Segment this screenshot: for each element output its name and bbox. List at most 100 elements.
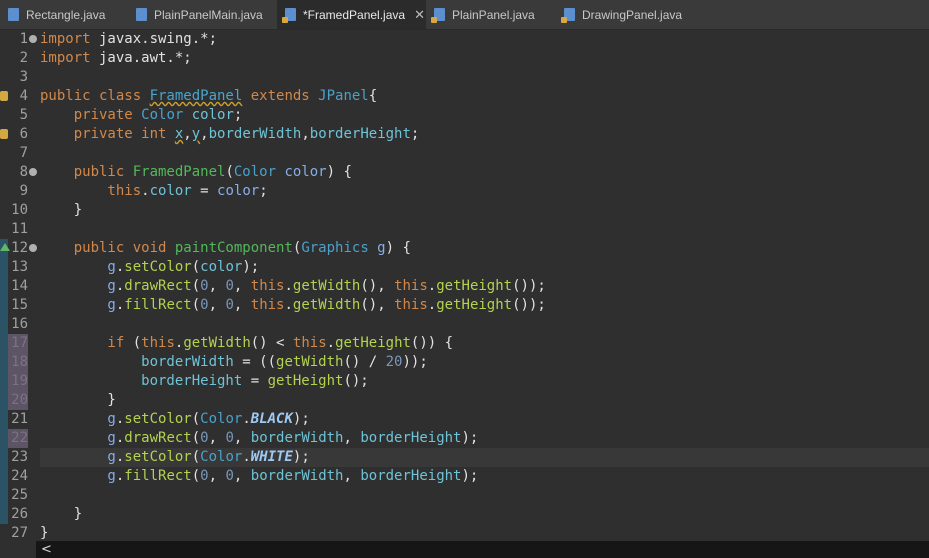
code-token: . [242, 411, 251, 427]
code-token: , [233, 297, 251, 313]
fold-toggle-icon[interactable] [29, 244, 37, 252]
code-line[interactable]: 20 } [0, 391, 929, 410]
code-line[interactable]: 17 if (this.getWidth() < this.getHeight(… [0, 334, 929, 353]
line-number: 19 [8, 372, 28, 391]
code-text[interactable]: borderWidth = ((getWidth() / 20)); [40, 353, 929, 372]
code-token: borderHeight [360, 468, 462, 484]
code-text[interactable]: import javax.swing.*; [40, 30, 929, 49]
code-text[interactable]: } [40, 201, 929, 220]
line-number: 1 [19, 31, 28, 47]
code-text[interactable]: } [40, 391, 929, 410]
line-number: 11 [11, 221, 28, 237]
code-line[interactable]: 6 private int x,y,borderWidth,borderHeig… [0, 125, 929, 144]
code-line[interactable]: 23 g.setColor(Color.WHITE); [0, 448, 929, 467]
code-token: paintComponent [174, 240, 293, 256]
code-text[interactable] [40, 144, 929, 163]
code-line[interactable]: 7 [0, 144, 929, 163]
code-line[interactable]: 26 } [0, 505, 929, 524]
close-icon[interactable]: ✕ [414, 7, 425, 23]
code-text[interactable]: private int x,y,borderWidth,borderHeight… [40, 125, 929, 144]
code-text[interactable]: if (this.getWidth() < this.getHeight()) … [40, 334, 929, 353]
code-line[interactable]: 19 borderHeight = getHeight(); [0, 372, 929, 391]
code-token: borderHeight [40, 373, 243, 389]
code-text[interactable]: g.fillRect(0, 0, this.getWidth(), this.g… [40, 296, 929, 315]
code-token: extends [242, 88, 319, 104]
code-token: color [191, 107, 234, 123]
code-token: , [183, 126, 192, 142]
fold-toggle-icon[interactable] [29, 168, 37, 176]
code-line[interactable]: 12 public void paintComponent(Graphics g… [0, 239, 929, 258]
line-number: 9 [19, 183, 28, 199]
code-line[interactable]: 3 [0, 68, 929, 87]
code-editor[interactable]: 1 import javax.swing.*; 2 import java.awt.*… [0, 30, 929, 541]
code-text[interactable]: g.setColor(Color.WHITE); [40, 448, 929, 467]
code-token: 20 [385, 354, 403, 370]
tab-rectanglejava[interactable]: Rectangle.java [0, 0, 128, 29]
warning-icon[interactable] [0, 91, 8, 101]
code-text[interactable]: g.drawRect(0, 0, this.getWidth(), this.g… [40, 277, 929, 296]
tab-plainpaneljava[interactable]: PlainPanel.java [426, 0, 556, 29]
tab-framedpaneljava[interactable]: *FramedPanel.java ✕ [277, 0, 426, 29]
code-text[interactable] [40, 68, 929, 87]
code-token: import [40, 50, 91, 66]
code-line[interactable]: 9 this.color = color; [0, 182, 929, 201]
code-text[interactable]: private Color color; [40, 106, 929, 125]
code-line[interactable]: 22 g.drawRect(0, 0, borderWidth, borderH… [0, 429, 929, 448]
code-token: 0 [225, 278, 234, 294]
code-token: g [40, 449, 116, 465]
code-line[interactable]: 4 public class FramedPanel extends JPanel… [0, 87, 929, 106]
code-line[interactable]: 15 g.fillRect(0, 0, this.getWidth(), thi… [0, 296, 929, 315]
code-token: private int [40, 126, 175, 142]
code-line[interactable]: 16 [0, 315, 929, 334]
warning-icon[interactable] [0, 129, 8, 139]
code-line[interactable]: 14 g.drawRect(0, 0, this.getWidth(), thi… [0, 277, 929, 296]
code-token: () / [343, 354, 386, 370]
code-token: borderHeight [360, 430, 462, 446]
code-line[interactable]: 2 import java.awt.*; [0, 49, 929, 68]
code-text[interactable] [40, 315, 929, 334]
code-text[interactable]: g.drawRect(0, 0, borderWidth, borderHeig… [40, 429, 929, 448]
code-line[interactable]: 21 g.setColor(Color.BLACK); [0, 410, 929, 429]
code-text[interactable] [40, 486, 929, 505]
code-text[interactable]: g.setColor(Color.BLACK); [40, 410, 929, 429]
code-text[interactable]: g.fillRect(0, 0, borderWidth, borderHeig… [40, 467, 929, 486]
scroll-left-arrow-icon[interactable]: < [41, 541, 52, 558]
code-token: ()) { [410, 335, 454, 351]
code-line[interactable]: 8 public FramedPanel(Color color) { [0, 163, 929, 182]
code-token: ( [191, 297, 201, 313]
tab-drawingpaneljava[interactable]: DrawingPanel.java [556, 0, 696, 29]
tab-plainpanelmainjava[interactable]: PlainPanelMain.java [128, 0, 277, 29]
code-token: WHITE [250, 449, 293, 465]
horizontal-scrollbar[interactable]: < [36, 541, 929, 558]
line-number: 18 [8, 353, 28, 372]
tab-label: Rectangle.java [26, 7, 106, 22]
code-token: , [208, 297, 226, 313]
code-text[interactable]: import java.awt.*; [40, 49, 929, 68]
code-text[interactable] [40, 220, 929, 239]
code-text[interactable]: borderHeight = getHeight(); [40, 372, 929, 391]
code-text[interactable]: g.setColor(color); [40, 258, 929, 277]
code-line[interactable]: 11 [0, 220, 929, 239]
code-token: 0 [200, 468, 209, 484]
code-text[interactable]: public FramedPanel(Color color) { [40, 163, 929, 182]
code-text[interactable]: public void paintComponent(Graphics g) { [40, 239, 929, 258]
code-token: getWidth [183, 335, 251, 351]
code-text[interactable]: public class FramedPanel extends JPanel{ [40, 87, 929, 106]
code-text[interactable]: } [40, 505, 929, 524]
fold-toggle-icon[interactable] [29, 35, 37, 43]
code-line[interactable]: 24 g.fillRect(0, 0, borderWidth, borderH… [0, 467, 929, 486]
code-token: Color [233, 164, 285, 180]
code-line[interactable]: 13 g.setColor(color); [0, 258, 929, 277]
code-token: ) { [385, 240, 411, 256]
code-token: . [427, 278, 437, 294]
code-text[interactable]: this.color = color; [40, 182, 929, 201]
code-token: 0 [225, 430, 234, 446]
code-line[interactable]: 5 private Color color; [0, 106, 929, 125]
code-line[interactable]: 18 borderWidth = ((getWidth() / 20)); [0, 353, 929, 372]
tab-label: PlainPanel.java [452, 7, 535, 22]
code-token: FramedPanel [132, 164, 226, 180]
code-line[interactable]: 25 [0, 486, 929, 505]
code-line[interactable]: 10 } [0, 201, 929, 220]
code-token: ); [461, 430, 479, 446]
code-line[interactable]: 1 import javax.swing.*; [0, 30, 929, 49]
